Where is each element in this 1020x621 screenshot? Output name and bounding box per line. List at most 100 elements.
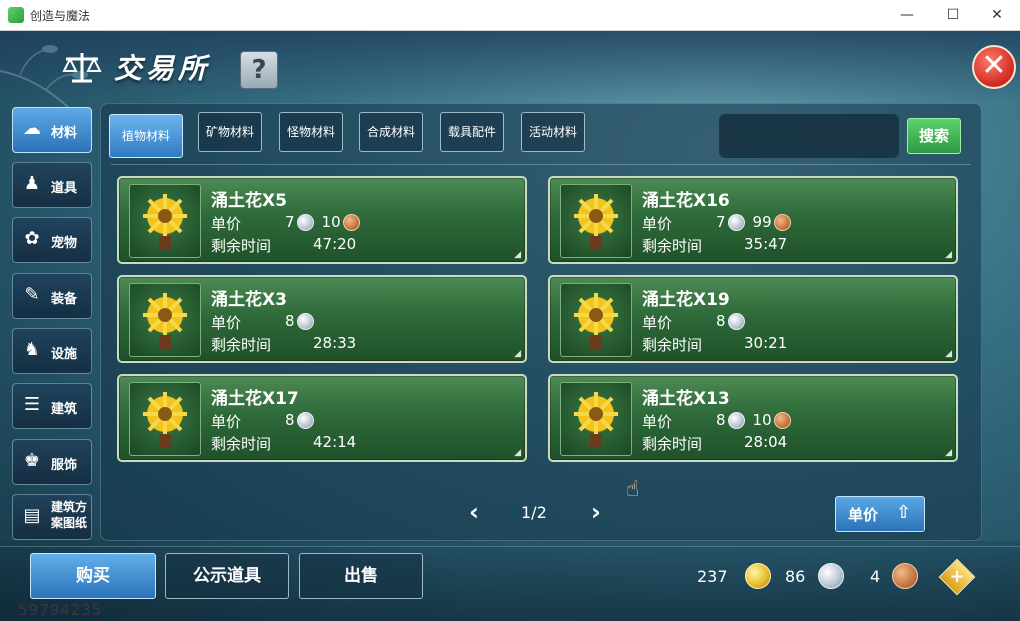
sidebar-item-equipment[interactable]: ✎ 装备 <box>12 273 92 319</box>
listing-name: 涌土花X16 <box>642 191 730 211</box>
sell-button[interactable]: 出售 <box>299 553 423 599</box>
buy-button[interactable]: 购买 <box>30 553 156 599</box>
hand-cursor-icon: ☝ <box>626 477 640 502</box>
sidebar-item-label: 建筑 <box>51 402 78 417</box>
divider <box>111 164 971 165</box>
listing-card[interactable]: 涌土花X19 单价 8 剩余时间 30:21 ◢ <box>548 275 958 363</box>
listing-card[interactable]: 涌土花X13 单价 8 10 剩余时间 28:04 ◢ <box>548 374 958 462</box>
listing-time: 28:33 <box>313 334 357 352</box>
page-indicator: 1/2 <box>521 503 547 522</box>
sidebar-item-blueprints[interactable]: ▤ 建筑方案图纸 <box>12 494 92 540</box>
gold-coin-icon <box>745 563 771 589</box>
sidebar-item-costumes[interactable]: ♚ 服饰 <box>12 439 92 485</box>
sidebar-item-label: 材料 <box>51 126 78 141</box>
next-page-button[interactable]: › <box>583 499 609 525</box>
copper-coin-icon <box>773 411 791 429</box>
silver-coin-icon <box>296 411 314 429</box>
tab-crafted-materials[interactable]: 合成材料 <box>359 112 423 152</box>
paw-icon: ✿ <box>24 228 40 249</box>
sunflower-icon <box>560 184 632 258</box>
listing-name: 涌土花X13 <box>642 389 730 409</box>
corner-decoration: ◢ <box>945 250 952 260</box>
close-button[interactable]: ✕ <box>972 45 1016 89</box>
listing-price: 7 99 <box>716 213 791 231</box>
listing-price: 8 10 <box>716 411 791 429</box>
sidebar-item-facilities[interactable]: ♞ 设施 <box>12 328 92 374</box>
tab-vehicle-parts[interactable]: 载具配件 <box>440 112 504 152</box>
copper-coin-icon <box>892 563 918 589</box>
silver-amount: 7 <box>716 213 726 231</box>
gold-amount: 237 <box>697 567 728 586</box>
help-button[interactable]: ? <box>240 51 278 89</box>
sunflower-icon <box>129 382 201 456</box>
listing-name: 涌土花X19 <box>642 290 730 310</box>
corner-decoration: ◢ <box>514 448 521 458</box>
listing-time: 28:04 <box>744 433 788 451</box>
window-titlebar: 创造与魔法 — ☐ ✕ <box>0 0 1020 31</box>
time-left-label: 剩余时间 <box>211 435 272 453</box>
maximize-button[interactable]: ☐ <box>938 4 968 26</box>
search-input[interactable] <box>719 114 899 158</box>
listing-card[interactable]: 涌土花X3 单价 8 剩余时间 28:33 ◢ <box>117 275 527 363</box>
time-left-label: 剩余时间 <box>642 435 703 453</box>
listing-name: 涌土花X3 <box>211 290 287 310</box>
tab-event-materials[interactable]: 活动材料 <box>521 112 585 152</box>
sunflower-icon <box>129 283 201 357</box>
search-button[interactable]: 搜索 <box>907 118 961 154</box>
window-close-button[interactable]: ✕ <box>982 4 1012 26</box>
sidebar-item-props[interactable]: ♟ 道具 <box>12 162 92 208</box>
silver-coin-icon <box>818 563 844 589</box>
price-label: 单价 <box>211 314 242 332</box>
sunflower-icon <box>560 283 632 357</box>
silver-amount: 8 <box>285 312 295 330</box>
tab-monster-materials[interactable]: 怪物材料 <box>279 112 343 152</box>
app-icon <box>8 7 24 23</box>
sword-icon: ✎ <box>24 284 40 305</box>
listing-card[interactable]: 涌土花X16 单价 7 99 剩余时间 35:47 ◢ <box>548 176 958 264</box>
corner-decoration: ◢ <box>945 349 952 359</box>
listing-price: 8 <box>285 411 314 429</box>
listing-name: 涌土花X5 <box>211 191 287 211</box>
window-title: 创造与魔法 <box>30 9 91 23</box>
public-items-button[interactable]: 公示道具 <box>165 553 289 599</box>
sidebar-item-label: 建筑方案图纸 <box>51 500 88 530</box>
sort-label: 单价 <box>848 506 879 524</box>
listing-price: 8 <box>285 312 314 330</box>
silver-amount: 8 <box>716 411 726 429</box>
sidebar-item-buildings[interactable]: ☰ 建筑 <box>12 383 92 429</box>
copper-amount: 4 <box>870 567 881 586</box>
sidebar-item-label: 服饰 <box>51 458 78 473</box>
minimize-button[interactable]: — <box>892 4 922 26</box>
listing-price: 8 <box>716 312 745 330</box>
time-left-label: 剩余时间 <box>211 237 272 255</box>
listing-card[interactable]: 涌土花X17 单价 8 剩余时间 42:14 ◢ <box>117 374 527 462</box>
sidebar-item-label: 宠物 <box>51 236 78 251</box>
prev-page-button[interactable]: ‹ <box>461 499 487 525</box>
tab-mineral-materials[interactable]: 矿物材料 <box>198 112 262 152</box>
cloud-icon: ☁ <box>23 118 41 139</box>
sort-by-price-button[interactable]: 单价 ⇧ <box>835 496 925 532</box>
copper-amount: 99 <box>752 213 772 231</box>
corner-decoration: ◢ <box>945 448 952 458</box>
listing-name: 涌土花X17 <box>211 389 299 409</box>
silver-coin-icon <box>727 312 745 330</box>
price-label: 单价 <box>211 413 242 431</box>
listing-card[interactable]: 涌土花X5 单价 7 10 剩余时间 47:20 ◢ <box>117 176 527 264</box>
silver-amount: 7 <box>285 213 295 231</box>
silver-coin-icon <box>727 213 745 231</box>
sidebar-item-pets[interactable]: ✿ 宠物 <box>12 217 92 263</box>
tab-plant-materials[interactable]: 植物材料 <box>109 114 183 158</box>
copper-amount: 10 <box>752 411 772 429</box>
sunflower-icon <box>560 382 632 456</box>
listing-time: 30:21 <box>744 334 788 352</box>
wall-icon: ☰ <box>23 394 41 415</box>
player-id: 59794235 <box>18 601 103 619</box>
market-panel: 植物材料 矿物材料 怪物材料 合成材料 载具配件 活动材料 搜索 涌土花X5 单… <box>100 103 982 541</box>
sidebar-item-materials[interactable]: ☁ 材料 <box>12 107 92 153</box>
price-label: 单价 <box>642 413 673 431</box>
corner-decoration: ◢ <box>514 349 521 359</box>
sidebar-item-label: 装备 <box>51 292 78 307</box>
silver-coin-icon <box>727 411 745 429</box>
shirt-icon: ♚ <box>23 450 41 471</box>
page-title: 交易所 <box>114 52 211 85</box>
